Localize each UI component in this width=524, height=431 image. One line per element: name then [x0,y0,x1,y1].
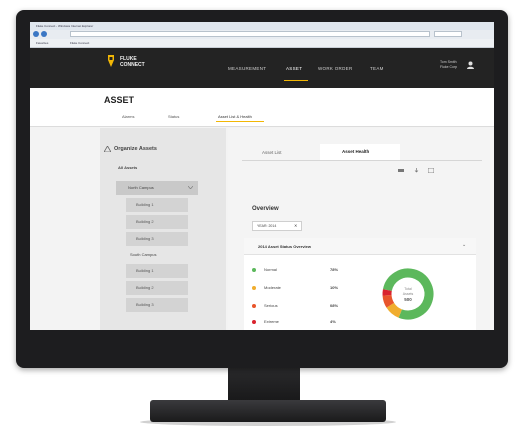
tab-label: Asset Health [342,149,370,154]
subnav-alarms[interactable]: Alarms [122,114,134,119]
print-icon[interactable] [398,168,404,173]
overview-title: Overview [252,206,279,212]
legend-label: Moderate [264,285,281,290]
donut-center-label: Assets [403,292,414,296]
sidebar-item-label: Building 2 [136,285,154,290]
monitor-screen: Fluke Connect - Windows Internet Explore… [30,22,494,330]
nav-team[interactable]: TEAM [370,66,384,71]
sidebar-all-assets[interactable]: All Assets [118,165,137,170]
share-icon[interactable] [428,168,434,173]
sidebar-item-building[interactable]: Building 3 [126,232,188,246]
status-donut-chart: Total Assets 500 [382,268,434,320]
download-icon[interactable] [414,168,419,173]
sidebar-item-south-campus[interactable]: South Campus [130,252,156,257]
legend-value: 4% [330,319,336,324]
back-icon[interactable] [33,31,39,37]
monitor-stand-base [150,400,386,422]
tab-asset-health[interactable]: Asset Health [320,144,400,160]
panel-menu-icon[interactable]: ⌄ [462,242,466,248]
browser-title: Fluke Connect - Windows Internet Explore… [36,24,94,28]
page-title: ASSET [104,95,135,105]
legend-dot-serious [252,304,256,308]
subnav-status[interactable]: Status [168,114,179,119]
forward-icon[interactable] [41,31,47,37]
donut-segment-serious [382,294,395,308]
sidebar-item-building[interactable]: Building 3 [126,298,188,312]
donut-center-label: Total [404,287,412,291]
user-org: Fluke Corp [440,65,458,69]
tab-divider [242,160,482,161]
subnav-active-indicator [216,121,264,122]
legend-value: 08% [330,303,339,308]
sidebar-item-north-campus[interactable]: North Campus [116,181,198,195]
subnav-asset-list-health[interactable]: Asset List & Health [218,114,252,119]
sidebar-item-building[interactable]: Building 1 [126,198,188,212]
year-select-label: YEAR: 2014 [257,224,277,228]
favorite-link[interactable]: Fluke Connect [70,41,89,45]
sidebar-item-building[interactable]: Building 1 [126,264,188,278]
search-input[interactable] [434,31,462,37]
legend-label: Normal [264,267,277,272]
sidebar-item-label: Building 3 [136,236,154,241]
sidebar-item-label: Building 2 [136,219,154,224]
user-name: Tom Smith [440,60,457,64]
sidebar-item-building[interactable]: Building 2 [126,281,188,295]
nav-work-order[interactable]: WORK ORDER [318,66,353,71]
donut-center-value: 500 [404,297,412,302]
nav-measurement[interactable]: MEASUREMENT [228,66,266,71]
sidebar-item-label: Building 1 [136,202,154,207]
user-avatar-icon[interactable] [467,61,474,69]
chevron-down-icon[interactable] [188,186,193,189]
legend-label: Extreme [264,319,279,324]
legend-value: 78% [330,267,339,272]
organize-icon [104,146,111,152]
donut-segment-moderate [386,302,403,318]
url-input[interactable] [70,31,430,37]
browser-title-bar: Fluke Connect - Windows Internet Explore… [30,22,494,30]
panel-title: 2014 Asset Status Overview [258,244,311,249]
sidebar-title: Organize Assets [114,146,157,152]
nav-asset[interactable]: ASSET [286,66,302,71]
nav-active-indicator [284,80,308,81]
legend-dot-extreme [252,320,256,324]
close-icon[interactable]: ✕ [294,223,297,228]
sidebar-item-label: Building 1 [136,268,154,273]
brand-line-2: CONNECT [120,62,145,68]
tab-asset-list[interactable]: Asset List [262,150,282,155]
favorites-label[interactable]: Favorites [36,41,48,45]
favorites-bar: Favorites Fluke Connect [30,39,494,48]
year-select[interactable]: YEAR: 2014 ✕ [252,221,302,231]
fluke-logo-icon [108,55,114,67]
panel-header: 2014 Asset Status Overview ⌄ [244,238,476,255]
sidebar-item-label: North Campus [128,185,154,190]
legend-label: Serious [264,303,278,308]
legend-dot-moderate [252,286,256,290]
legend-dot-normal [252,268,256,272]
legend-value: 10% [330,285,339,290]
sidebar-item-building[interactable]: Building 2 [126,215,188,229]
sidebar-item-label: Building 3 [136,302,154,307]
